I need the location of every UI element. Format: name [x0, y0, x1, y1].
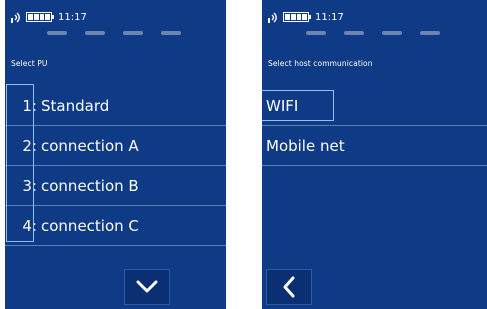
- status-time: 11:17: [315, 11, 344, 23]
- page-subtitle: Select PU: [11, 59, 48, 68]
- chevron-down-icon: [136, 280, 158, 293]
- item-label: Mobile net: [266, 136, 345, 155]
- pu-list: 1: Standard 2: connection A 3: connectio…: [5, 86, 226, 246]
- item-label: Standard: [41, 96, 110, 115]
- battery-icon: [283, 12, 311, 22]
- signal-icon: [11, 12, 20, 23]
- list-item-connection-a[interactable]: 2: connection A: [5, 126, 226, 166]
- page-dot: [47, 31, 67, 35]
- number-column-focus-box: [6, 84, 34, 242]
- list-item-standard[interactable]: 1: Standard: [5, 86, 226, 126]
- wifi-focus-box: [262, 90, 334, 121]
- signal-icon: [268, 12, 277, 23]
- screen-right: 11:17 Select host communication WIFI Mob…: [262, 0, 487, 309]
- page-dot: [382, 31, 402, 35]
- list-item-wifi[interactable]: WIFI: [262, 86, 487, 126]
- status-time: 11:17: [58, 11, 87, 23]
- chevron-left-icon: [283, 276, 295, 298]
- page-dot: [85, 31, 105, 35]
- item-label: connection A: [41, 136, 139, 155]
- page-dot: [123, 31, 143, 35]
- item-label: connection C: [41, 216, 139, 235]
- page-dot: [420, 31, 440, 35]
- host-communication-list: WIFI Mobile net: [262, 86, 487, 166]
- page-indicator: [47, 31, 181, 35]
- status-bar: 11:17: [268, 10, 344, 24]
- status-bar: 11:17: [11, 10, 87, 24]
- battery-icon: [26, 12, 54, 22]
- page-dot: [344, 31, 364, 35]
- screen-left: 11:17 Select PU 1: Standard 2: connectio…: [5, 0, 226, 309]
- list-item-mobile-net[interactable]: Mobile net: [262, 126, 487, 166]
- page-indicator: [306, 31, 440, 35]
- list-item-connection-b[interactable]: 3: connection B: [5, 166, 226, 206]
- page-dot: [306, 31, 326, 35]
- page-dot: [161, 31, 181, 35]
- page-subtitle: Select host communication: [268, 59, 373, 68]
- back-button[interactable]: [266, 269, 312, 305]
- list-item-connection-c[interactable]: 4: connection C: [5, 206, 226, 246]
- item-label: connection B: [41, 176, 139, 195]
- scroll-down-button[interactable]: [124, 269, 170, 305]
